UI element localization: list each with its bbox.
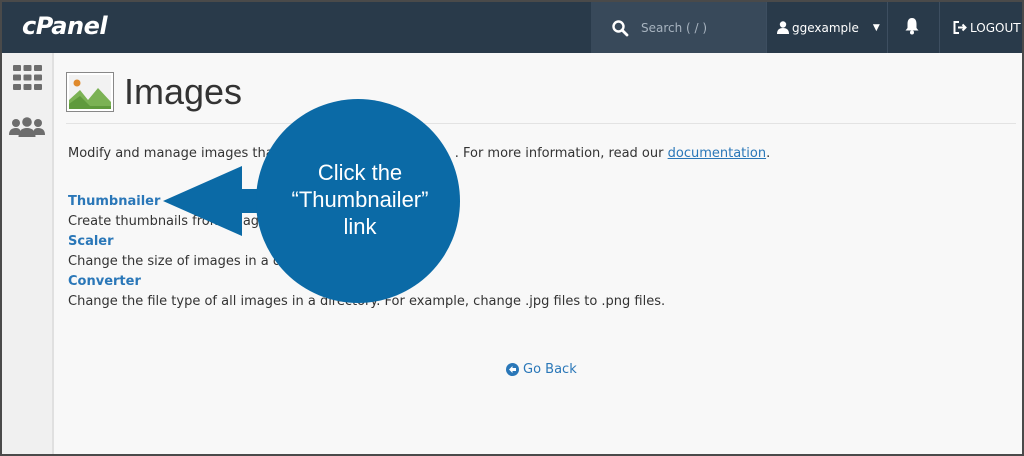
bell-icon[interactable] [904,17,920,35]
users-icon [9,117,45,137]
cpanel-logo[interactable]: cPanel [22,12,108,40]
annotation-text: Click the “Thumbnailer” link [259,159,461,240]
search-box[interactable]: Search ( / ) [591,2,766,53]
search-input[interactable]: Search ( / ) [641,21,707,35]
thumbnailer-link[interactable]: Thumbnailer [68,194,160,209]
go-back-link[interactable]: Go Back [506,362,577,377]
sidebar-item-users[interactable] [2,117,52,137]
search-icon [612,19,629,36]
documentation-link[interactable]: documentation [668,146,766,161]
description-period: . [766,146,771,161]
sidebar [2,53,54,454]
annotation-line-3: link [343,214,377,239]
converter-link[interactable]: Converter [68,274,141,289]
annotation-line-2: “Thumbnailer” [291,187,429,212]
user-icon [777,21,789,34]
username: ggexample [792,20,859,35]
divider [766,2,767,53]
annotation-line-1: Click the [317,160,403,185]
scaler-link[interactable]: Scaler [68,234,114,249]
top-bar: cPanel Search ( / ) ggexample ▼ LOGOUT [2,2,1022,53]
user-menu[interactable]: ggexample ▼ [777,2,880,53]
cpanel-window: cPanel Search ( / ) ggexample ▼ LOGOUT I… [2,2,1022,454]
go-back-label: Go Back [523,362,577,377]
logout-button[interactable]: LOGOUT [953,2,1021,53]
sidebar-item-home[interactable] [2,65,52,90]
description-text-end: . For more information, read our [454,146,668,161]
image-icon [66,72,114,112]
chevron-down-icon: ▼ [872,22,880,33]
divider [887,2,888,53]
grid-icon [12,65,42,90]
logout-icon [953,21,967,34]
arrow-left-circle-icon [506,363,519,376]
arrow-pointer [163,166,270,236]
logout-label: LOGOUT [970,20,1021,35]
divider [939,2,940,53]
